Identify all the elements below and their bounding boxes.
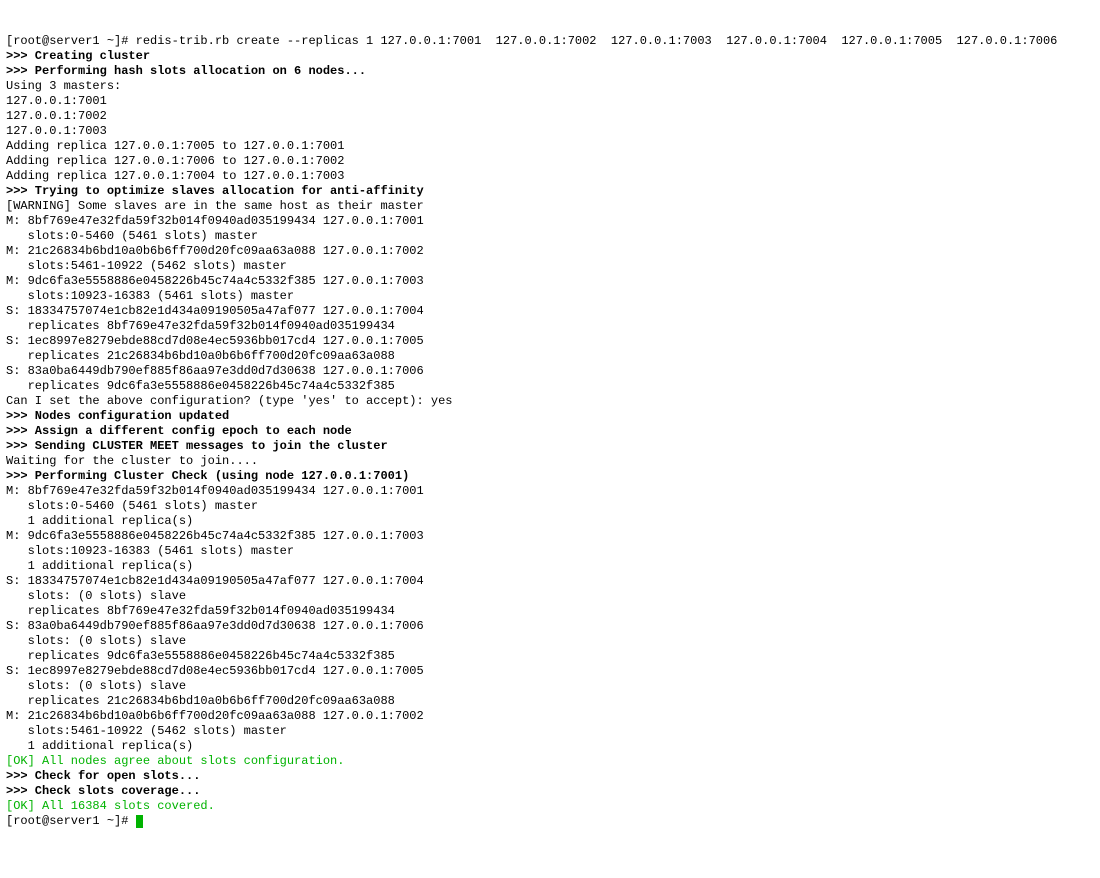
status-optimize: >>> Trying to optimize slaves allocation… bbox=[6, 184, 424, 198]
node-m2: M: 21c26834b6bd10a0b6b6ff700d20fc09aa63a… bbox=[6, 244, 424, 258]
master-3: 127.0.0.1:7003 bbox=[6, 124, 107, 138]
node-s3: S: 83a0ba6449db790ef885f86aa97e3dd0d7d30… bbox=[6, 364, 424, 378]
warning-line: [WARNING] Some slaves are in the same ho… bbox=[6, 199, 424, 213]
master-1: 127.0.0.1:7001 bbox=[6, 94, 107, 108]
check-s2: S: 1ec8997e8279ebde88cd7d08e4ec5936bb017… bbox=[6, 664, 424, 678]
check-m2: M: 21c26834b6bd10a0b6b6ff700d20fc09aa63a… bbox=[6, 709, 424, 723]
check-s1-slots: slots: (0 slots) slave bbox=[6, 589, 186, 603]
check-s3-slots: slots: (0 slots) slave bbox=[6, 634, 186, 648]
check-m3: M: 9dc6fa3e5558886e0458226b45c74a4c5332f… bbox=[6, 529, 424, 543]
replica-map-2: Adding replica 127.0.0.1:7006 to 127.0.0… bbox=[6, 154, 344, 168]
check-m2-repl: 1 additional replica(s) bbox=[6, 739, 193, 753]
terminal-output[interactable]: [root@server1 ~]# redis-trib.rb create -… bbox=[6, 34, 1094, 829]
node-m1: M: 8bf769e47e32fda59f32b014f0940ad035199… bbox=[6, 214, 424, 228]
node-m2-slots: slots:5461-10922 (5462 slots) master bbox=[6, 259, 287, 273]
node-m3-slots: slots:10923-16383 (5461 slots) master bbox=[6, 289, 294, 303]
status-nodes-updated: >>> Nodes configuration updated bbox=[6, 409, 229, 423]
check-m3-repl: 1 additional replica(s) bbox=[6, 559, 193, 573]
check-s2-slots: slots: (0 slots) slave bbox=[6, 679, 186, 693]
node-m3: M: 9dc6fa3e5558886e0458226b45c74a4c5332f… bbox=[6, 274, 424, 288]
check-m1-repl: 1 additional replica(s) bbox=[6, 514, 193, 528]
masters-header: Using 3 masters: bbox=[6, 79, 121, 93]
prompt-line: [root@server1 ~]# bbox=[6, 814, 136, 828]
replica-map-3: Adding replica 127.0.0.1:7004 to 127.0.0… bbox=[6, 169, 344, 183]
status-open-slots: >>> Check for open slots... bbox=[6, 769, 200, 783]
status-hash-slots: >>> Performing hash slots allocation on … bbox=[6, 64, 366, 78]
check-m3-slots: slots:10923-16383 (5461 slots) master bbox=[6, 544, 294, 558]
node-s2: S: 1ec8997e8279ebde88cd7d08e4ec5936bb017… bbox=[6, 334, 424, 348]
check-s1-replicates: replicates 8bf769e47e32fda59f32b014f0940… bbox=[6, 604, 395, 618]
status-coverage: >>> Check slots coverage... bbox=[6, 784, 200, 798]
check-s2-replicates: replicates 21c26834b6bd10a0b6b6ff700d20f… bbox=[6, 694, 395, 708]
node-s1-repl: replicates 8bf769e47e32fda59f32b014f0940… bbox=[6, 319, 395, 333]
node-m1-slots: slots:0-5460 (5461 slots) master bbox=[6, 229, 258, 243]
cursor-icon bbox=[136, 815, 143, 828]
ok-slots-covered: [OK] All 16384 slots covered. bbox=[6, 799, 215, 813]
check-m2-slots: slots:5461-10922 (5462 slots) master bbox=[6, 724, 287, 738]
status-cluster-meet: >>> Sending CLUSTER MEET messages to joi… bbox=[6, 439, 388, 453]
node-s2-repl: replicates 21c26834b6bd10a0b6b6ff700d20f… bbox=[6, 349, 395, 363]
check-s1: S: 18334757074e1cb82e1d434a09190505a47af… bbox=[6, 574, 424, 588]
command-line: [root@server1 ~]# redis-trib.rb create -… bbox=[6, 34, 1057, 48]
status-creating: >>> Creating cluster bbox=[6, 49, 150, 63]
status-cluster-check: >>> Performing Cluster Check (using node… bbox=[6, 469, 409, 483]
status-config-epoch: >>> Assign a different config epoch to e… bbox=[6, 424, 352, 438]
check-m1-slots: slots:0-5460 (5461 slots) master bbox=[6, 499, 258, 513]
replica-map-1: Adding replica 127.0.0.1:7005 to 127.0.0… bbox=[6, 139, 344, 153]
ok-slots-agree: [OK] All nodes agree about slots configu… bbox=[6, 754, 344, 768]
check-s3-replicates: replicates 9dc6fa3e5558886e0458226b45c74… bbox=[6, 649, 395, 663]
waiting-line: Waiting for the cluster to join.... bbox=[6, 454, 258, 468]
master-2: 127.0.0.1:7002 bbox=[6, 109, 107, 123]
check-s3: S: 83a0ba6449db790ef885f86aa97e3dd0d7d30… bbox=[6, 619, 424, 633]
confirm-prompt: Can I set the above configuration? (type… bbox=[6, 394, 452, 408]
check-m1: M: 8bf769e47e32fda59f32b014f0940ad035199… bbox=[6, 484, 424, 498]
node-s3-repl: replicates 9dc6fa3e5558886e0458226b45c74… bbox=[6, 379, 395, 393]
node-s1: S: 18334757074e1cb82e1d434a09190505a47af… bbox=[6, 304, 424, 318]
